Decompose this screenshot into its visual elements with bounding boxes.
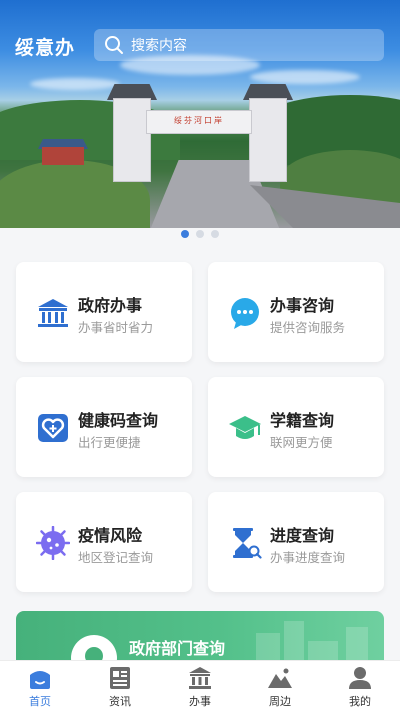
tab-profile[interactable]: 我的 <box>320 661 400 711</box>
top-bar: 绥意办 搜索内容 <box>0 0 400 90</box>
gate-sign-text: 绥芬河口岸 <box>174 116 224 125</box>
carousel-dot-1[interactable] <box>181 230 189 238</box>
government-building-icon <box>36 296 70 330</box>
card-subtitle: 提供咨询服务 <box>270 320 346 335</box>
card-subtitle: 地区登记查询 <box>78 550 154 565</box>
tab-news[interactable]: 资讯 <box>80 661 160 711</box>
service-card-school-record[interactable]: 学籍查询 联网更方便 <box>208 377 384 477</box>
tab-nearby[interactable]: 周边 <box>240 661 320 711</box>
tab-affairs[interactable]: 办事 <box>160 661 240 711</box>
tab-label: 办事 <box>189 695 211 708</box>
bottom-tab-bar: 首页 资讯 办事 周边 我的 <box>0 660 400 711</box>
chat-bubble-icon <box>228 296 262 330</box>
tab-label: 周边 <box>269 695 291 708</box>
news-icon <box>107 666 133 690</box>
search-placeholder: 搜索内容 <box>131 38 187 54</box>
user-icon <box>347 666 373 690</box>
service-card-gov-affairs[interactable]: 政府办事 办事省时省力 <box>16 262 192 362</box>
health-code-icon <box>36 411 70 445</box>
card-title: 健康码查询 <box>78 411 159 430</box>
home-page: 绥芬河口岸 绥意办 搜索内容 政府办事 办事省时省力 办事咨询 提供咨询服务 健… <box>0 0 400 711</box>
card-subtitle: 出行更便捷 <box>78 435 141 450</box>
graduation-cap-icon <box>228 411 262 445</box>
mountain-icon <box>267 666 293 690</box>
government-building-icon <box>187 666 213 690</box>
card-subtitle: 联网更方便 <box>270 435 333 450</box>
home-icon <box>27 666 53 690</box>
card-subtitle: 办事进度查询 <box>270 550 346 565</box>
service-card-consult[interactable]: 办事咨询 提供咨询服务 <box>208 262 384 362</box>
gate-sign: 绥芬河口岸 <box>146 110 252 134</box>
tab-label: 我的 <box>349 695 371 708</box>
card-title: 学籍查询 <box>270 411 335 430</box>
service-card-health-code[interactable]: 健康码查询 出行更便捷 <box>16 377 192 477</box>
app-title: 绥意办 <box>15 37 76 59</box>
card-subtitle: 办事省时省力 <box>78 320 154 335</box>
search-input[interactable]: 搜索内容 <box>94 29 384 61</box>
carousel-dot-2[interactable] <box>196 230 204 238</box>
search-icon <box>104 35 124 55</box>
virus-icon <box>35 525 71 561</box>
tab-label: 首页 <box>29 695 51 708</box>
tab-home[interactable]: 首页 <box>0 661 80 711</box>
card-title: 进度查询 <box>270 526 335 545</box>
service-card-epidemic-risk[interactable]: 疫情风险 地区登记查询 <box>16 492 192 592</box>
service-card-progress[interactable]: 进度查询 办事进度查询 <box>208 492 384 592</box>
hero-banner[interactable]: 绥芬河口岸 绥意办 搜索内容 <box>0 0 400 228</box>
dept-title: 政府部门查询 <box>129 639 226 658</box>
card-title: 疫情风险 <box>78 526 143 545</box>
carousel-indicator <box>0 230 400 240</box>
hourglass-search-icon <box>228 526 262 560</box>
tab-label: 资讯 <box>109 695 131 708</box>
card-title: 政府办事 <box>78 296 143 315</box>
card-title: 办事咨询 <box>270 296 335 315</box>
carousel-dot-3[interactable] <box>211 230 219 238</box>
